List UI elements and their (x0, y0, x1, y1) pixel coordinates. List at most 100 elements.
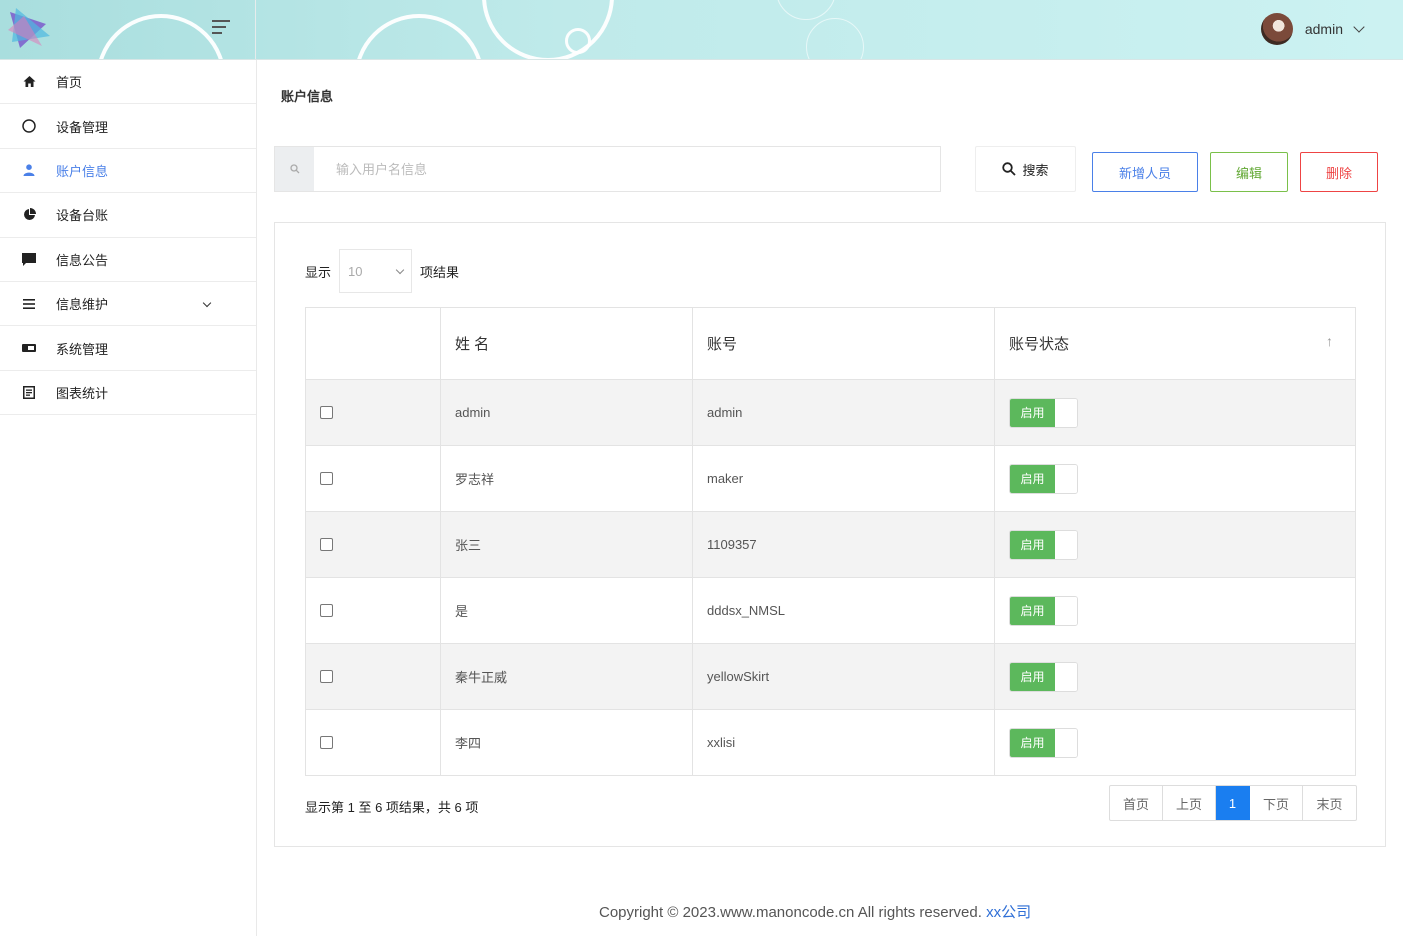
page-title: 账户信息 (281, 89, 334, 104)
pagination-first[interactable]: 首页 (1110, 786, 1163, 820)
status-toggle[interactable]: 启用 (1009, 397, 1078, 428)
table-row[interactable]: 李四 xxlisi 启用 (305, 709, 1356, 776)
search-button-label: 搜索 (1022, 162, 1049, 178)
row-checkbox[interactable] (320, 538, 333, 551)
length-prefix: 显示 (305, 264, 332, 280)
document-icon (22, 385, 36, 399)
edit-button[interactable]: 编辑 (1210, 152, 1288, 192)
id-card-icon (22, 341, 36, 355)
sidebar-item-charts[interactable]: 图表统计 (0, 371, 256, 416)
name-cell: 张三 (440, 511, 693, 578)
row-checkbox[interactable] (320, 472, 333, 485)
status-toggle-label: 启用 (1010, 398, 1055, 427)
pagination-prev[interactable]: 上页 (1163, 786, 1216, 820)
pagination-last[interactable]: 末页 (1303, 786, 1356, 820)
sidebar-item-devices[interactable]: 设备管理 (0, 104, 256, 149)
main-content: 账户信息 搜索 新增人员 编辑 删除 显示 10 项结果 (257, 60, 1403, 936)
search-button[interactable]: 搜索 (975, 146, 1076, 192)
table-row[interactable]: admin admin 启用 (305, 379, 1356, 446)
sidebar-item-label: 设备管理 (56, 119, 109, 135)
menu-toggle-button[interactable] (212, 20, 234, 38)
row-checkbox[interactable] (320, 670, 333, 683)
sidebar-item-account[interactable]: 账户信息 (0, 149, 256, 194)
page-length-value: 10 (348, 263, 363, 279)
column-header-account[interactable]: 账号 (692, 307, 995, 380)
row-select-cell (305, 511, 441, 578)
account-cell: yellowSkirt (692, 643, 995, 710)
table-panel: 显示 10 项结果 姓 名 账号 账号状态 ↑ admin admin 启用 罗… (274, 222, 1386, 847)
toggle-knob (1055, 596, 1077, 625)
row-checkbox[interactable] (320, 604, 333, 617)
name-cell: admin (440, 379, 693, 446)
row-select-cell (305, 709, 441, 776)
logo-area (0, 0, 256, 59)
avatar[interactable] (1260, 13, 1293, 45)
pagination-next[interactable]: 下页 (1250, 786, 1303, 820)
sidebar-item-label: 系统管理 (56, 341, 109, 357)
circle-icon (22, 119, 36, 133)
status-toggle[interactable]: 启用 (1009, 595, 1078, 626)
chevron-down-icon[interactable] (202, 298, 212, 308)
column-header-status-label: 账号状态 (1009, 336, 1070, 353)
user-name[interactable]: admin (1305, 21, 1343, 37)
toggle-knob (1055, 728, 1077, 757)
sidebar: 首页 设备管理 账户信息 设备台账 信息公告 信息维护 系统管理 图表统计 (0, 60, 257, 936)
status-toggle-label: 启用 (1010, 530, 1055, 559)
home-icon (22, 75, 36, 89)
status-toggle[interactable]: 启用 (1009, 727, 1078, 758)
company-link[interactable]: xx公司 (986, 904, 1031, 921)
table-row[interactable]: 罗志祥 maker 启用 (305, 445, 1356, 512)
status-cell: 启用 (994, 445, 1356, 512)
list-icon (22, 297, 36, 311)
sidebar-item-ledger[interactable]: 设备台账 (0, 193, 256, 238)
toggle-knob (1055, 398, 1077, 427)
sidebar-item-notice[interactable]: 信息公告 (0, 238, 256, 282)
logo-icon (8, 8, 50, 48)
sidebar-item-label: 首页 (56, 75, 83, 91)
account-cell: xxlisi (692, 709, 995, 776)
column-header-name[interactable]: 姓 名 (440, 307, 693, 380)
search-icon (275, 147, 314, 191)
sidebar-item-home[interactable]: 首页 (0, 60, 256, 105)
name-cell: 李四 (440, 709, 693, 776)
user-menu[interactable]: admin (1260, 13, 1365, 45)
delete-button[interactable]: 删除 (1300, 152, 1378, 192)
search-input[interactable] (314, 147, 940, 191)
sidebar-item-label: 图表统计 (56, 385, 109, 401)
status-cell: 启用 (994, 511, 1356, 578)
table-row[interactable]: 是 dddsx_NMSL 启用 (305, 577, 1356, 644)
table-row[interactable]: 张三 1109357 启用 (305, 511, 1356, 578)
chevron-down-icon[interactable] (1353, 21, 1365, 33)
row-checkbox[interactable] (320, 406, 333, 419)
row-checkbox[interactable] (320, 736, 333, 749)
add-user-button[interactable]: 新增人员 (1092, 152, 1198, 192)
toggle-knob (1055, 530, 1077, 559)
name-cell: 秦牛正威 (440, 643, 693, 710)
pagination-current-page[interactable]: 1 (1216, 786, 1250, 820)
table-row[interactable]: 秦牛正威 yellowSkirt 启用 (305, 643, 1356, 710)
column-header-status[interactable]: 账号状态 ↑ (994, 307, 1356, 380)
status-toggle[interactable]: 启用 (1009, 661, 1078, 692)
row-select-cell (305, 379, 441, 446)
sidebar-item-system[interactable]: 系统管理 (0, 326, 256, 371)
toggle-knob (1055, 662, 1077, 691)
user-icon (22, 163, 36, 177)
page-length-select[interactable]: 10 (339, 249, 413, 293)
status-cell: 启用 (994, 643, 1356, 710)
status-toggle[interactable]: 启用 (1009, 463, 1078, 494)
status-toggle[interactable]: 启用 (1009, 529, 1078, 560)
status-toggle-label: 启用 (1010, 596, 1055, 625)
name-cell: 罗志祥 (440, 445, 693, 512)
account-cell: 1109357 (692, 511, 995, 578)
status-toggle-label: 启用 (1010, 662, 1055, 691)
decor-circle (482, 0, 614, 59)
search-icon (1002, 162, 1017, 176)
sort-icon[interactable]: ↑ (1326, 333, 1333, 349)
decor-circle (354, 14, 484, 59)
sidebar-item-maintenance[interactable]: 信息维护 (0, 282, 256, 327)
chevron-down-icon (395, 265, 405, 274)
table-header-row: 姓 名 账号 账号状态 ↑ (305, 307, 1356, 380)
status-cell: 启用 (994, 379, 1356, 446)
comment-icon (22, 252, 36, 266)
top-header: admin (0, 0, 1403, 60)
